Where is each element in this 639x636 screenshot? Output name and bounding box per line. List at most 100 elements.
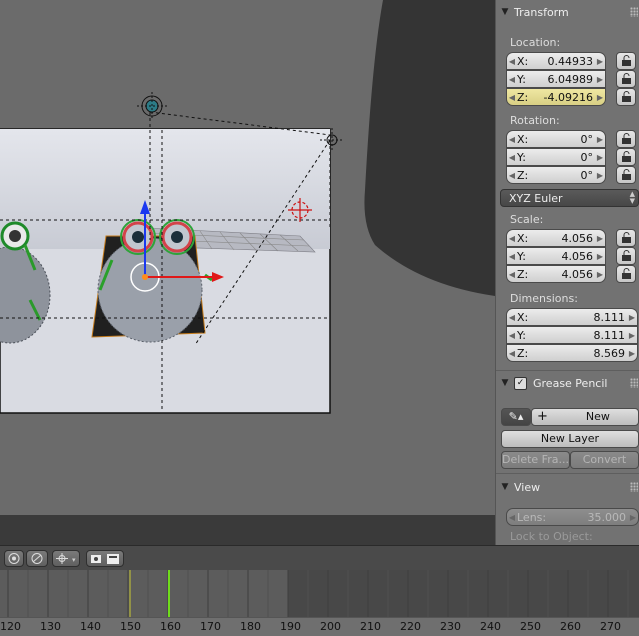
lock-rotation-x-icon[interactable]: [616, 130, 636, 148]
drag-handle-icon[interactable]: [630, 378, 638, 388]
dimensions-y-field[interactable]: ◀ Y: 8.111 ▶: [506, 326, 638, 344]
scale-x-field[interactable]: ◀ X: 4.056 ▶: [506, 229, 606, 247]
frame-tick-label: 150: [120, 620, 141, 633]
location-z-field[interactable]: ◀ Z: -4.09216 ▶: [506, 88, 606, 106]
field-value: 4.056: [561, 249, 594, 263]
axis-label: Z:: [517, 90, 529, 104]
dimensions-z-field[interactable]: ◀ Z: 8.569 ▶: [506, 344, 638, 362]
rotation-z-field[interactable]: ◀ Z: 0° ▶: [506, 166, 606, 184]
scale-y-field[interactable]: ◀ Y: 4.056 ▶: [506, 247, 606, 265]
grease-pencil-checkbox[interactable]: ✓: [514, 376, 527, 390]
new-grease-pencil-button[interactable]: + New: [531, 408, 639, 426]
lock-location-z-icon[interactable]: [616, 88, 636, 106]
location-y-field[interactable]: ◀ Y: 6.04989 ▶: [506, 70, 606, 88]
increment-arrow-icon[interactable]: ▶: [595, 93, 605, 102]
rotation-x-field[interactable]: ◀ X: 0° ▶: [506, 130, 606, 148]
increment-arrow-icon[interactable]: ▶: [595, 153, 605, 162]
dimensions-x-field[interactable]: ◀ X: 8.111 ▶: [506, 308, 638, 326]
delete-frame-label: Delete Fra...: [502, 453, 569, 466]
lens-value: 35.000: [587, 510, 627, 524]
decrement-arrow-icon[interactable]: ◀: [507, 313, 517, 322]
frame-tick-label: 200: [320, 620, 341, 633]
lock-scale-x-icon[interactable]: [616, 229, 636, 247]
rotation-mode-dropdown[interactable]: XYZ Euler ▲ ▼: [500, 189, 639, 207]
timeline-area[interactable]: [0, 570, 639, 617]
location-x-field[interactable]: ◀ X: 0.44933 ▶: [506, 52, 606, 70]
field-value: -4.09216: [543, 90, 593, 104]
frame-range-region: [0, 570, 288, 617]
snap-icon[interactable]: [26, 550, 48, 567]
lock-rotation-z-icon[interactable]: [616, 166, 636, 184]
increment-arrow-icon[interactable]: ▶: [595, 252, 605, 261]
decrement-arrow-icon[interactable]: ◀: [507, 331, 517, 340]
increment-arrow-icon[interactable]: ▶: [628, 513, 638, 522]
field-value: 0°: [580, 168, 594, 182]
view-panel-header[interactable]: ▼ View: [496, 476, 639, 498]
transform-panel-header[interactable]: ▼ Transform: [496, 1, 639, 23]
decrement-arrow-icon[interactable]: ◀: [507, 234, 517, 243]
increment-arrow-icon[interactable]: ▶: [595, 270, 605, 279]
field-value: 0.44933: [547, 54, 594, 68]
lens-label: Lens:: [517, 510, 547, 524]
field-value: 4.056: [561, 231, 594, 245]
frame-tick-label: 270: [600, 620, 621, 633]
rotation-label: Rotation:: [510, 114, 560, 127]
decrement-arrow-icon[interactable]: ◀: [507, 349, 517, 358]
lock-location-y-icon[interactable]: [616, 70, 636, 88]
render-camera-icon[interactable]: [86, 550, 124, 567]
increment-arrow-icon[interactable]: ▶: [595, 171, 605, 180]
frame-tick-label: 180: [240, 620, 261, 633]
drag-handle-icon[interactable]: [630, 482, 638, 492]
collapse-triangle-icon[interactable]: ▼: [496, 7, 514, 17]
grease-pencil-header-label: Grease Pencil: [533, 376, 608, 390]
lamp-icon: [137, 92, 167, 120]
increment-arrow-icon[interactable]: ▶: [595, 75, 605, 84]
axis-label: Y:: [517, 328, 526, 342]
decrement-arrow-icon[interactable]: ◀: [507, 252, 517, 261]
center-creature: [91, 219, 213, 343]
lock-rotation-y-icon[interactable]: [616, 148, 636, 166]
increment-arrow-icon[interactable]: ▶: [595, 135, 605, 144]
axis-label: Y:: [517, 72, 526, 86]
decrement-arrow-icon[interactable]: ◀: [507, 153, 517, 162]
increment-arrow-icon[interactable]: ▶: [627, 313, 637, 322]
lock-scale-y-icon[interactable]: [616, 247, 636, 265]
frame-tick-label: 190: [280, 620, 301, 633]
increment-arrow-icon[interactable]: ▶: [595, 234, 605, 243]
decrement-arrow-icon[interactable]: ◀: [507, 171, 517, 180]
scale-z-field[interactable]: ◀ Z: 4.056 ▶: [506, 265, 606, 283]
increment-arrow-icon[interactable]: ▶: [627, 331, 637, 340]
rotation-y-field[interactable]: ◀ Y: 0° ▶: [506, 148, 606, 166]
timeline-frames-svg[interactable]: [0, 570, 639, 617]
field-value: 0°: [580, 132, 594, 146]
delete-frame-button[interactable]: Delete Fra...: [501, 451, 570, 469]
decrement-arrow-icon[interactable]: ◀: [507, 135, 517, 144]
axis-label: Z:: [517, 168, 529, 182]
decrement-arrow-icon[interactable]: ◀: [507, 93, 517, 102]
axis-label: Y:: [517, 249, 526, 263]
pivot-point-icon[interactable]: ▾: [52, 550, 80, 567]
pencil-icon[interactable]: ✎▴: [501, 408, 531, 426]
new-layer-button[interactable]: New Layer: [501, 430, 639, 448]
drag-handle-icon[interactable]: [630, 7, 638, 17]
increment-arrow-icon[interactable]: ▶: [627, 349, 637, 358]
decrement-arrow-icon[interactable]: ◀: [507, 75, 517, 84]
frame-tick-label: 220: [400, 620, 421, 633]
svg-text:▾: ▾: [72, 556, 76, 564]
frame-tick-label: 140: [80, 620, 101, 633]
lock-location-x-icon[interactable]: [616, 52, 636, 70]
proportional-edit-icon[interactable]: [4, 550, 24, 567]
axis-label: X:: [517, 132, 529, 146]
decrement-arrow-icon[interactable]: ◀: [507, 513, 517, 522]
lens-field[interactable]: ◀ Lens: 35.000 ▶: [506, 508, 639, 526]
decrement-arrow-icon[interactable]: ◀: [507, 270, 517, 279]
frame-tick-label: 230: [440, 620, 461, 633]
collapse-triangle-icon[interactable]: ▼: [496, 378, 514, 388]
convert-button[interactable]: Convert: [570, 451, 639, 469]
lock-scale-z-icon[interactable]: [616, 265, 636, 283]
collapse-triangle-icon[interactable]: ▼: [496, 482, 514, 492]
decrement-arrow-icon[interactable]: ◀: [507, 57, 517, 66]
increment-arrow-icon[interactable]: ▶: [595, 57, 605, 66]
grease-pencil-panel-header[interactable]: ▼ ✓ Grease Pencil: [496, 372, 639, 394]
timeline-ruler[interactable]: 120 130 140 150 160 170 180 190 200 210 220 230 240 2…: [0, 617, 639, 636]
